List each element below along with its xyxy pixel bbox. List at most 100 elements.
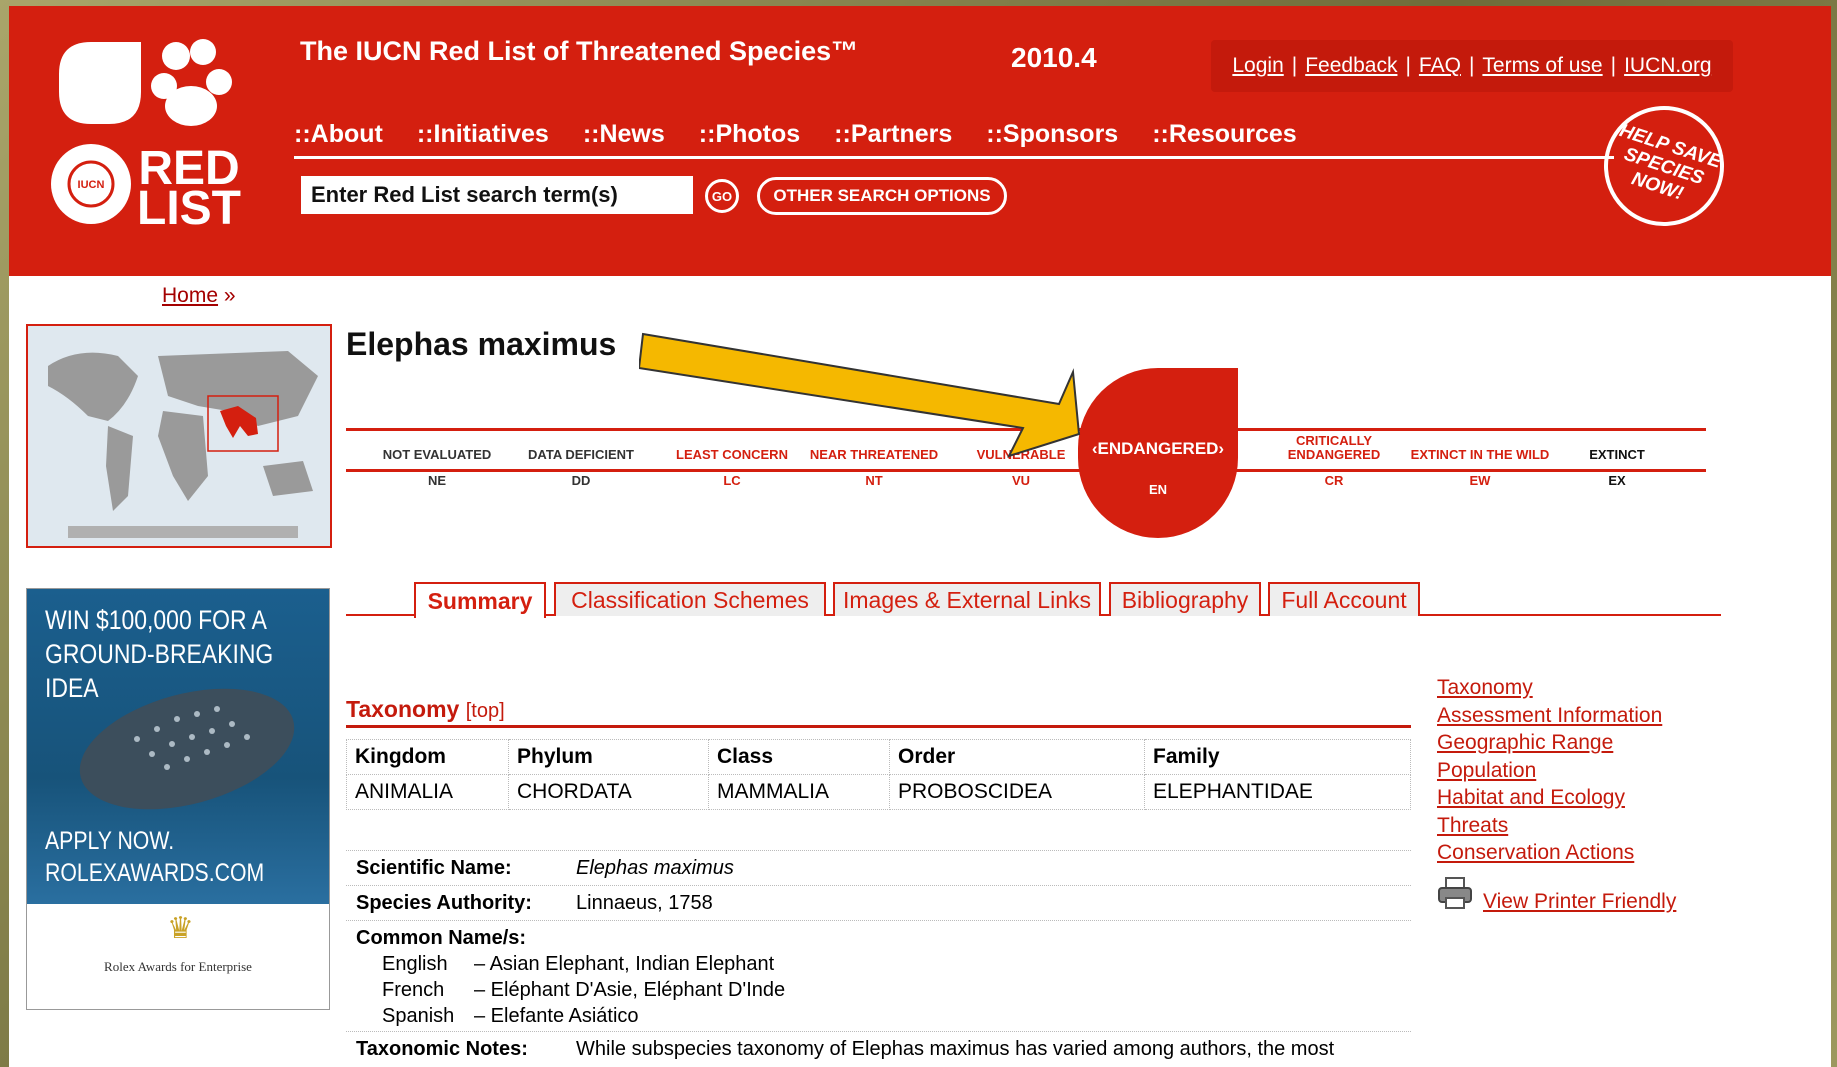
authority-label: Species Authority: [356,892,532,914]
status-category-code: NE [427,473,447,488]
common-names-label: Common Name/s: [356,927,527,949]
status-category-code: LC [723,473,741,488]
ad-brand: Rolex Awards for Enterprise [104,959,252,974]
nav-divider [294,156,1614,159]
status-category-ew[interactable]: EXTINCT IN THE WILD EW [1405,438,1555,488]
common-name-values: – Asian Elephant, Indian Elephant [474,953,775,975]
status-category-name: NOT EVALUATED [382,447,492,462]
tab-summary[interactable]: Summary [414,582,546,618]
authority-value: Linnaeus, 1758 [576,892,713,914]
top-link[interactable]: [top] [466,700,505,722]
status-category-name: EXTINCT [1589,447,1645,462]
nav-partners[interactable]: ::Partners [834,120,952,149]
status-category-name: DATA DEFICIENT [528,447,634,462]
scientific-name-value: Elephas maximus [576,857,734,879]
status-category-cr[interactable]: CRITICALLY ENDANGERED CR [1259,434,1409,488]
site-title: The IUCN Red List of Threatened Species™ [300,36,859,66]
section-links: Taxonomy Assessment Information Geograph… [1437,674,1662,867]
red-list-logo[interactable]: IUCN RED LIST [51,34,281,234]
webpage: IUCN RED LIST The IUCN Red List of Threa… [9,6,1831,1067]
iucn-org-link[interactable]: IUCN.org [1624,54,1712,78]
rolex-ad[interactable]: WIN $100,000 FOR A GROUND-BREAKING IDEA … [26,588,330,1010]
status-category-code: EX [1608,473,1626,488]
species-title: Elephas maximus [346,326,617,362]
main-nav: ::About ::Initiatives ::News ::Photos ::… [294,120,1297,149]
top-links: Login | Feedback | FAQ | Terms of use | IUCN… [1211,40,1733,92]
status-category-code: DD [571,473,591,488]
status-category-name: EXTINCT IN THE WILD [1410,447,1550,462]
nav-initiatives[interactable]: ::Initiatives [417,120,549,149]
link-habitat-ecology[interactable]: Habitat and Ecology [1437,784,1662,812]
scientific-name-label: Scientific Name: [356,857,512,879]
crown-icon: ♛ [167,912,194,945]
site-header: IUCN RED LIST The IUCN Red List of Threa… [9,6,1831,276]
go-button[interactable]: GO [705,179,739,213]
svg-text:LIST: LIST [137,182,241,234]
header-order: Order [889,739,1145,775]
nav-resources[interactable]: ::Resources [1152,120,1297,149]
common-name-lang: English [382,953,448,975]
header-family: Family [1144,739,1411,775]
breadcrumb: Home » [162,284,236,308]
common-name-values: – Eléphant D'Asie, Eléphant D'Inde [474,979,786,1001]
login-link[interactable]: Login [1232,54,1283,78]
value-phylum: CHORDATA [508,774,709,810]
taxonomy-table: Kingdom Phylum Class Order Family ANIMAL… [346,739,1411,810]
search-input[interactable] [301,176,693,214]
value-order: PROBOSCIDEA [889,774,1145,810]
status-category-ne[interactable]: NOT EVALUATED NE [362,438,512,488]
tab-classification-schemes[interactable]: Classification Schemes [554,582,826,616]
value-kingdom: ANIMALIA [346,774,509,810]
taxonomic-notes-value: While subspecies taxonomy of Elephas max… [576,1038,1335,1060]
value-family: ELEPHANTIDAE [1144,774,1411,810]
range-map[interactable] [26,324,332,548]
tab-images-external-links[interactable]: Images & External Links [833,582,1101,616]
other-search-options-button[interactable]: OTHER SEARCH OPTIONS [757,177,1007,215]
printer-icon[interactable] [1437,876,1473,910]
authority-row: Species Authority: Linnaeus, 1758 [346,885,1411,920]
nav-sponsors[interactable]: ::Sponsors [986,120,1118,149]
printer-friendly-link[interactable]: View Printer Friendly [1483,890,1676,914]
terms-link[interactable]: Terms of use [1482,54,1602,78]
common-name-lang: French [382,979,445,1001]
taxonomic-notes-label: Taxonomic Notes: [356,1038,528,1060]
nav-about[interactable]: ::About [294,120,383,149]
common-names-row: Common Name/s: English – Asian Elephant,… [346,920,1411,1031]
edition-year: 2010.4 [1011,42,1097,73]
nav-photos[interactable]: ::Photos [699,120,800,149]
link-conservation-actions[interactable]: Conservation Actions [1437,839,1662,867]
link-population[interactable]: Population [1437,757,1662,785]
nav-news[interactable]: ::News [583,120,665,149]
status-category-dd[interactable]: DATA DEFICIENT DD [506,438,656,488]
status-category-name: CRITICALLY ENDANGERED [1287,433,1381,462]
current-status-label: ‹ENDANGERED› [1091,439,1225,458]
common-name-lang: Spanish [382,1005,455,1027]
link-assessment-information[interactable]: Assessment Information [1437,702,1662,730]
faq-link[interactable]: FAQ [1419,54,1461,78]
status-category-code: EW [1469,473,1491,488]
link-geographic-range[interactable]: Geographic Range [1437,729,1662,757]
ad-headline: WIN $100,000 FOR A GROUND-BREAKING IDEA [45,605,274,703]
help-save-species-badge[interactable]: HELP SAVE SPECIES NOW! [1588,90,1740,242]
status-category-code: CR [1324,473,1344,488]
table-header-row: Kingdom Phylum Class Order Family [346,739,1411,775]
common-name-values: – Elefante Asiático [474,1005,639,1027]
taxonomy-title: Taxonomy [346,696,460,722]
table-row: ANIMALIA CHORDATA MAMMALIA PROBOSCIDEA E… [346,774,1411,810]
status-category-ex[interactable]: EXTINCT EX [1542,438,1692,488]
breadcrumb-separator: » [223,284,236,307]
tab-bibliography[interactable]: Bibliography [1109,582,1261,616]
status-category-code: NT [865,473,883,488]
breadcrumb-home[interactable]: Home [162,284,218,307]
scientific-name-row: Scientific Name: Elephas maximus [346,850,1411,885]
tab-full-account[interactable]: Full Account [1268,582,1420,616]
ad-image: WIN $100,000 FOR A GROUND-BREAKING IDEA … [27,589,329,904]
feedback-link[interactable]: Feedback [1305,54,1397,78]
link-threats[interactable]: Threats [1437,812,1662,840]
value-class: MAMMALIA [708,774,890,810]
header-kingdom: Kingdom [346,739,509,775]
iucn-badge-text: IUCN [78,179,105,191]
highlight-arrow [639,332,1081,458]
link-taxonomy[interactable]: Taxonomy [1437,674,1662,702]
header-phylum: Phylum [508,739,709,775]
